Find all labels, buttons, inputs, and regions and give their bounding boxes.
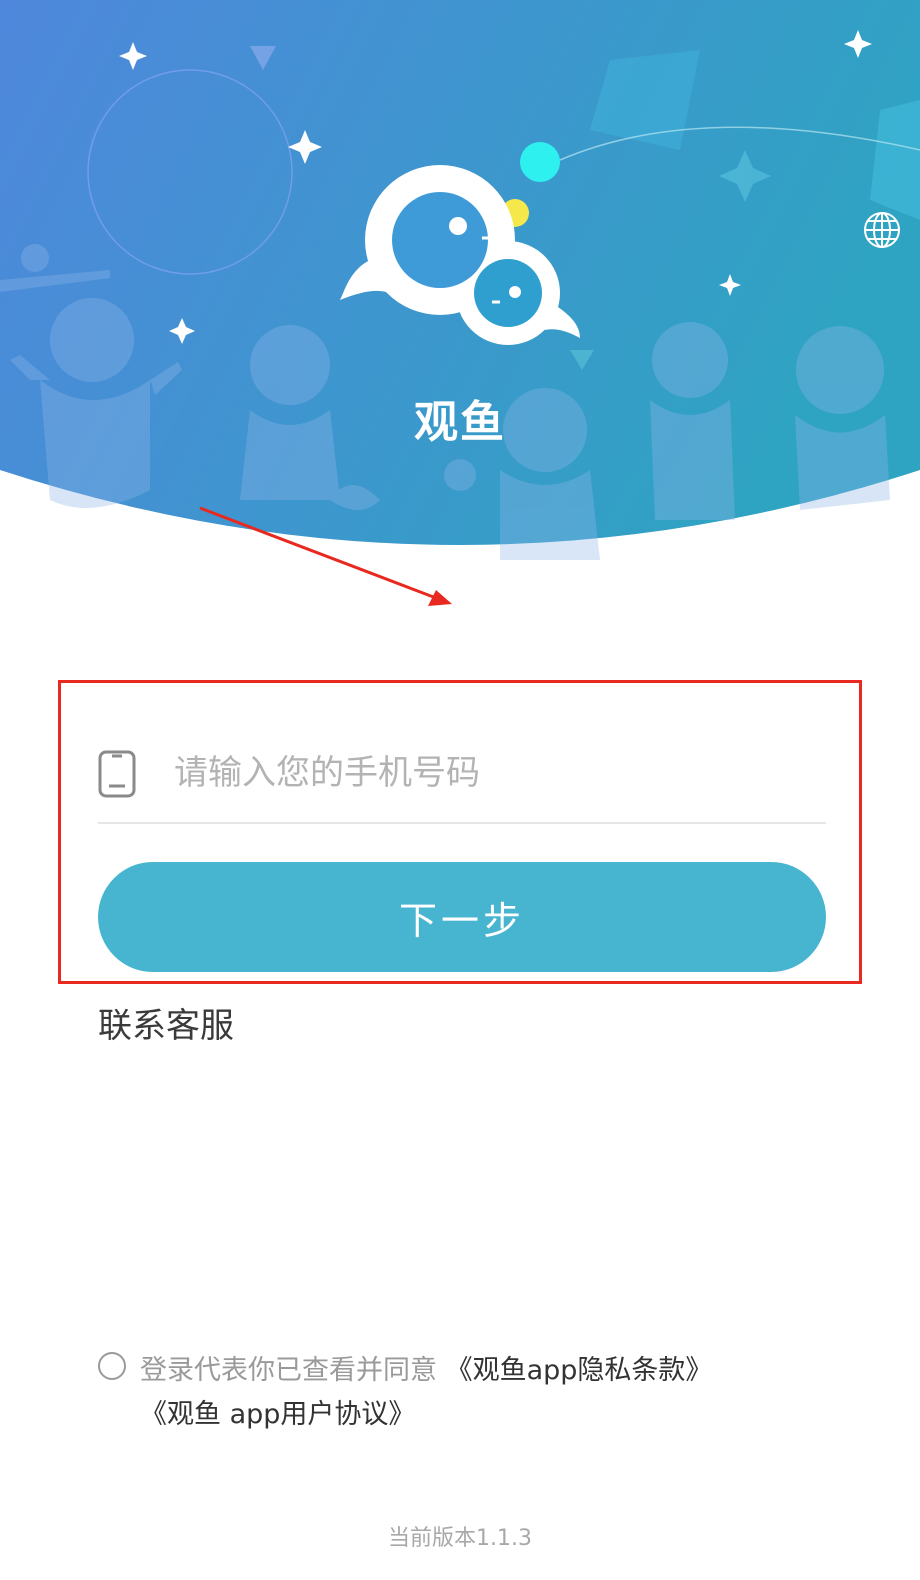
- privacy-policy-link[interactable]: 《观鱼app隐私条款》: [446, 1355, 713, 1386]
- next-step-button[interactable]: 下一步: [98, 862, 826, 972]
- phone-icon: [98, 750, 136, 798]
- agreement-text: 登录代表你已查看并同意: [140, 1355, 446, 1386]
- app-logo: [340, 165, 580, 345]
- contact-support-link[interactable]: 联系客服: [98, 998, 234, 1047]
- phone-input-row: [98, 730, 826, 824]
- phone-number-input[interactable]: [172, 744, 816, 802]
- globe-icon[interactable]: [862, 210, 902, 250]
- user-agreement-link[interactable]: 《观鱼 app用户协议》: [140, 1399, 415, 1430]
- version-label: 当前版本1.1.3: [388, 1526, 532, 1551]
- header-banner: 观鱼: [0, 0, 920, 580]
- app-name: 观鱼: [414, 397, 506, 448]
- agreement-checkbox[interactable]: [98, 1352, 126, 1380]
